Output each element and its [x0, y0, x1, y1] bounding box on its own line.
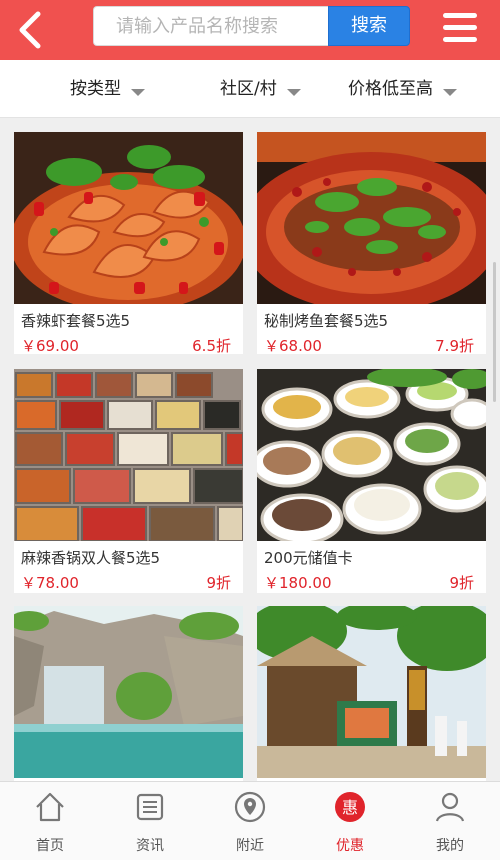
svg-text:惠: 惠	[342, 798, 358, 817]
product-discount: 9折	[449, 574, 474, 592]
product-image-waterfall	[14, 606, 243, 778]
user-icon	[435, 792, 465, 822]
nav-news-label: 资讯	[136, 838, 164, 854]
product-card-shrimp[interactable]: 香辣虾套餐5选5 ￥69.00 6.5折	[14, 132, 243, 355]
filter-type-label: 按类型	[70, 79, 121, 99]
product-card-stored-value[interactable]: 200元储值卡 ￥180.00 9折	[257, 369, 486, 593]
product-card-grilled-fish[interactable]: 秘制烤鱼套餐5选5 ￥68.00 7.9折	[257, 132, 486, 355]
filter-community-label: 社区/村	[220, 79, 277, 99]
nav-news[interactable]: 资讯	[100, 782, 200, 860]
product-card-entrance[interactable]	[257, 606, 486, 781]
search-input[interactable]	[93, 6, 329, 46]
menu-icon[interactable]	[440, 10, 480, 46]
product-price: ￥69.00	[21, 337, 79, 355]
nav-nearby[interactable]: 附近	[200, 782, 300, 860]
filter-price-sort-label: 价格低至高	[348, 79, 433, 99]
product-price: ￥78.00	[21, 574, 79, 592]
nav-home-label: 首页	[36, 838, 64, 854]
nav-nearby-label: 附近	[236, 838, 264, 854]
product-price: ￥68.00	[264, 337, 322, 355]
top-bar: 搜索	[0, 0, 500, 60]
filter-community[interactable]: 社区/村	[220, 76, 301, 102]
filter-bar: 按类型 社区/村 价格低至高	[0, 60, 500, 118]
nav-discount[interactable]: 惠 优惠	[300, 782, 400, 860]
product-name: 秘制烤鱼套餐5选5	[264, 312, 389, 330]
filter-price-sort[interactable]: 价格低至高	[348, 76, 457, 102]
product-name: 香辣虾套餐5选5	[21, 312, 131, 330]
discount-icon: 惠	[335, 792, 365, 822]
product-price: ￥180.00	[264, 574, 332, 592]
product-image-buffet	[257, 369, 486, 541]
nav-discount-label: 优惠	[336, 838, 364, 854]
chevron-down-icon	[286, 89, 301, 96]
product-image-shrimp	[14, 132, 243, 304]
chevron-down-icon	[131, 89, 145, 96]
product-discount: 7.9折	[435, 337, 474, 355]
back-arrow-icon[interactable]	[10, 8, 54, 52]
nav-home[interactable]: 首页	[0, 782, 100, 860]
search-button[interactable]: 搜索	[328, 6, 410, 46]
nav-mine-label: 我的	[436, 838, 464, 854]
scrollbar[interactable]	[493, 262, 496, 402]
product-discount: 9折	[206, 574, 231, 592]
product-card-hotpot[interactable]: 麻辣香锅双人餐5选5 ￥78.00 9折	[14, 369, 243, 593]
location-icon	[234, 791, 266, 823]
product-name: 麻辣香锅双人餐5选5	[21, 549, 161, 567]
product-image-hotpot	[14, 369, 243, 541]
news-icon	[136, 793, 164, 821]
product-name: 200元储值卡	[264, 549, 353, 567]
chevron-down-icon	[443, 89, 457, 96]
product-card-waterfall[interactable]	[14, 606, 243, 781]
bottom-nav: 首页 资讯 附近 惠 优惠 我的	[0, 781, 500, 860]
filter-type[interactable]: 按类型	[70, 76, 145, 102]
product-image-entrance	[257, 606, 486, 778]
nav-mine[interactable]: 我的	[400, 782, 500, 860]
home-icon	[36, 792, 64, 822]
product-discount: 6.5折	[192, 337, 231, 355]
product-image-grilled-fish	[257, 132, 486, 304]
